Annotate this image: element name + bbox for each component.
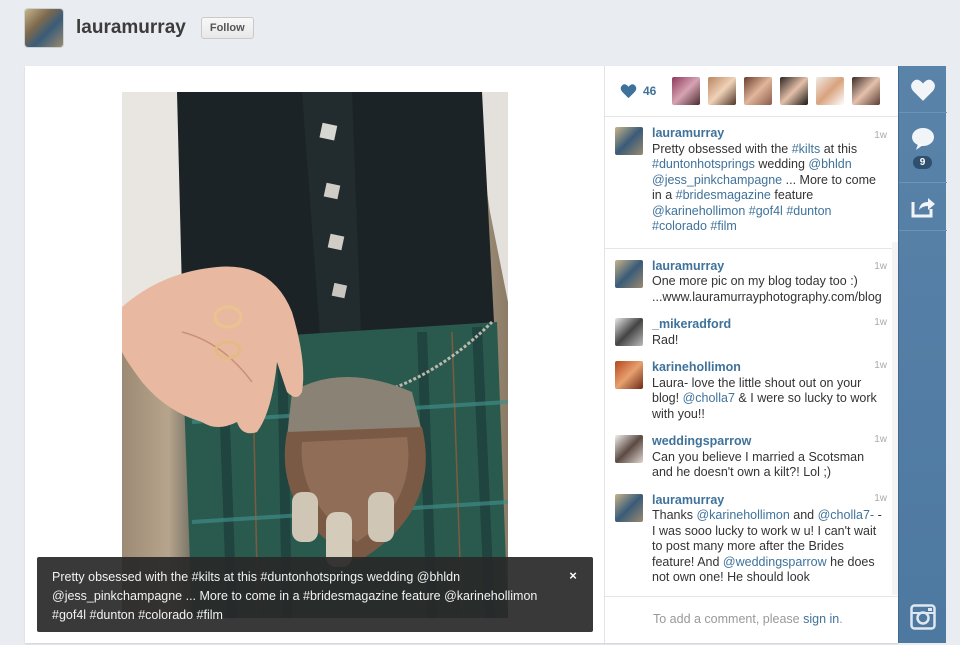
avatar[interactable] [615,493,643,522]
share-button[interactable] [899,194,947,218]
comment-text: Rad! [652,332,679,347]
list-item: _mikeradford 1w Rad! [605,305,899,348]
speech-bubble-icon [912,128,934,150]
avatar[interactable] [615,127,643,155]
comment-timestamp: 1w [874,317,887,328]
avatar[interactable] [615,318,643,346]
avatar[interactable] [744,77,773,105]
comment-timestamp: 1w [874,260,887,272]
divider [899,230,947,231]
post-card: Pretty obsessed with the #kilts at this … [25,66,899,643]
sign-in-link[interactable]: sign in [803,612,839,626]
avatar[interactable] [852,77,881,105]
avatar[interactable] [780,77,809,105]
photo-illustration [122,92,508,618]
comment-username[interactable]: _mikeradford [652,317,887,333]
comment-timestamp: 1w [874,130,887,141]
caption-overlay: Pretty obsessed with the #kilts at this … [37,557,593,632]
comment-timestamp: 1w [874,492,887,504]
comment-text: Thanks @karinehollimon and @cholla7- - I… [652,508,882,584]
list-item: lauramurray 1w Thanks @karinehollimon an… [605,481,899,586]
add-comment-suffix: . [839,612,843,626]
avatar[interactable] [615,259,643,288]
comment-button[interactable] [899,126,947,152]
comment-username[interactable]: lauramurray [652,259,887,275]
share-icon [911,198,935,218]
close-icon[interactable]: × [565,568,581,584]
heart-icon[interactable] [620,83,637,99]
avatar[interactable] [25,9,63,47]
list-item: karinehollimon 1w Laura- love the little… [605,348,899,422]
divider [899,112,947,113]
heart-icon [911,79,935,101]
comment-text: One more pic on my blog today too :) ...… [652,274,882,304]
add-comment-prompt: To add a comment, please sign in. [605,596,899,643]
side-panel: 46 lauramurray 1w Pretty obsessed with t… [604,66,899,643]
likes-row: 46 [605,66,898,117]
comment-timestamp: 1w [874,360,887,371]
avatar[interactable] [708,77,737,105]
caption-text: Pretty obsessed with the #kilts at this … [52,570,538,622]
profile-username[interactable]: lauramurray [76,17,186,39]
comment-timestamp: 1w [874,434,887,445]
add-comment-text: To add a comment, please [653,612,804,626]
divider [899,182,947,183]
comment-count-badge: 9 [913,156,932,169]
comment-username[interactable]: lauramurray [652,493,887,509]
post-photo [122,92,508,618]
list-item: lauramurray 1w Pretty obsessed with the … [605,118,899,249]
list-item: lauramurray 1w One more pic on my blog t… [605,249,899,306]
like-button[interactable] [899,78,947,102]
list-item: weddingsparrow 1w Can you believe I marr… [605,422,899,481]
comment-username[interactable]: karinehollimon [652,360,887,376]
photo-area: Pretty obsessed with the #kilts at this … [25,66,604,643]
avatar[interactable] [816,77,845,105]
comment-username[interactable]: weddingsparrow [652,434,887,450]
like-count[interactable]: 46 [643,84,656,98]
instagram-logo[interactable] [899,604,947,630]
comment-text: Laura- love the little shout out on your… [652,375,877,421]
comment-text: Pretty obsessed with the #kilts at this … [652,141,876,234]
avatar[interactable] [672,77,701,105]
camera-icon [910,604,936,630]
follow-button[interactable]: Follow [200,17,254,39]
profile-header: lauramurray Follow [25,9,254,47]
comments-list[interactable]: lauramurray 1w Pretty obsessed with the … [605,118,899,595]
comment-username[interactable]: lauramurray [652,126,887,142]
avatar[interactable] [615,361,643,389]
comment-text: Can you believe I married a Scotsman and… [652,449,865,480]
avatar[interactable] [615,435,643,463]
action-bar: 9 [898,66,947,643]
